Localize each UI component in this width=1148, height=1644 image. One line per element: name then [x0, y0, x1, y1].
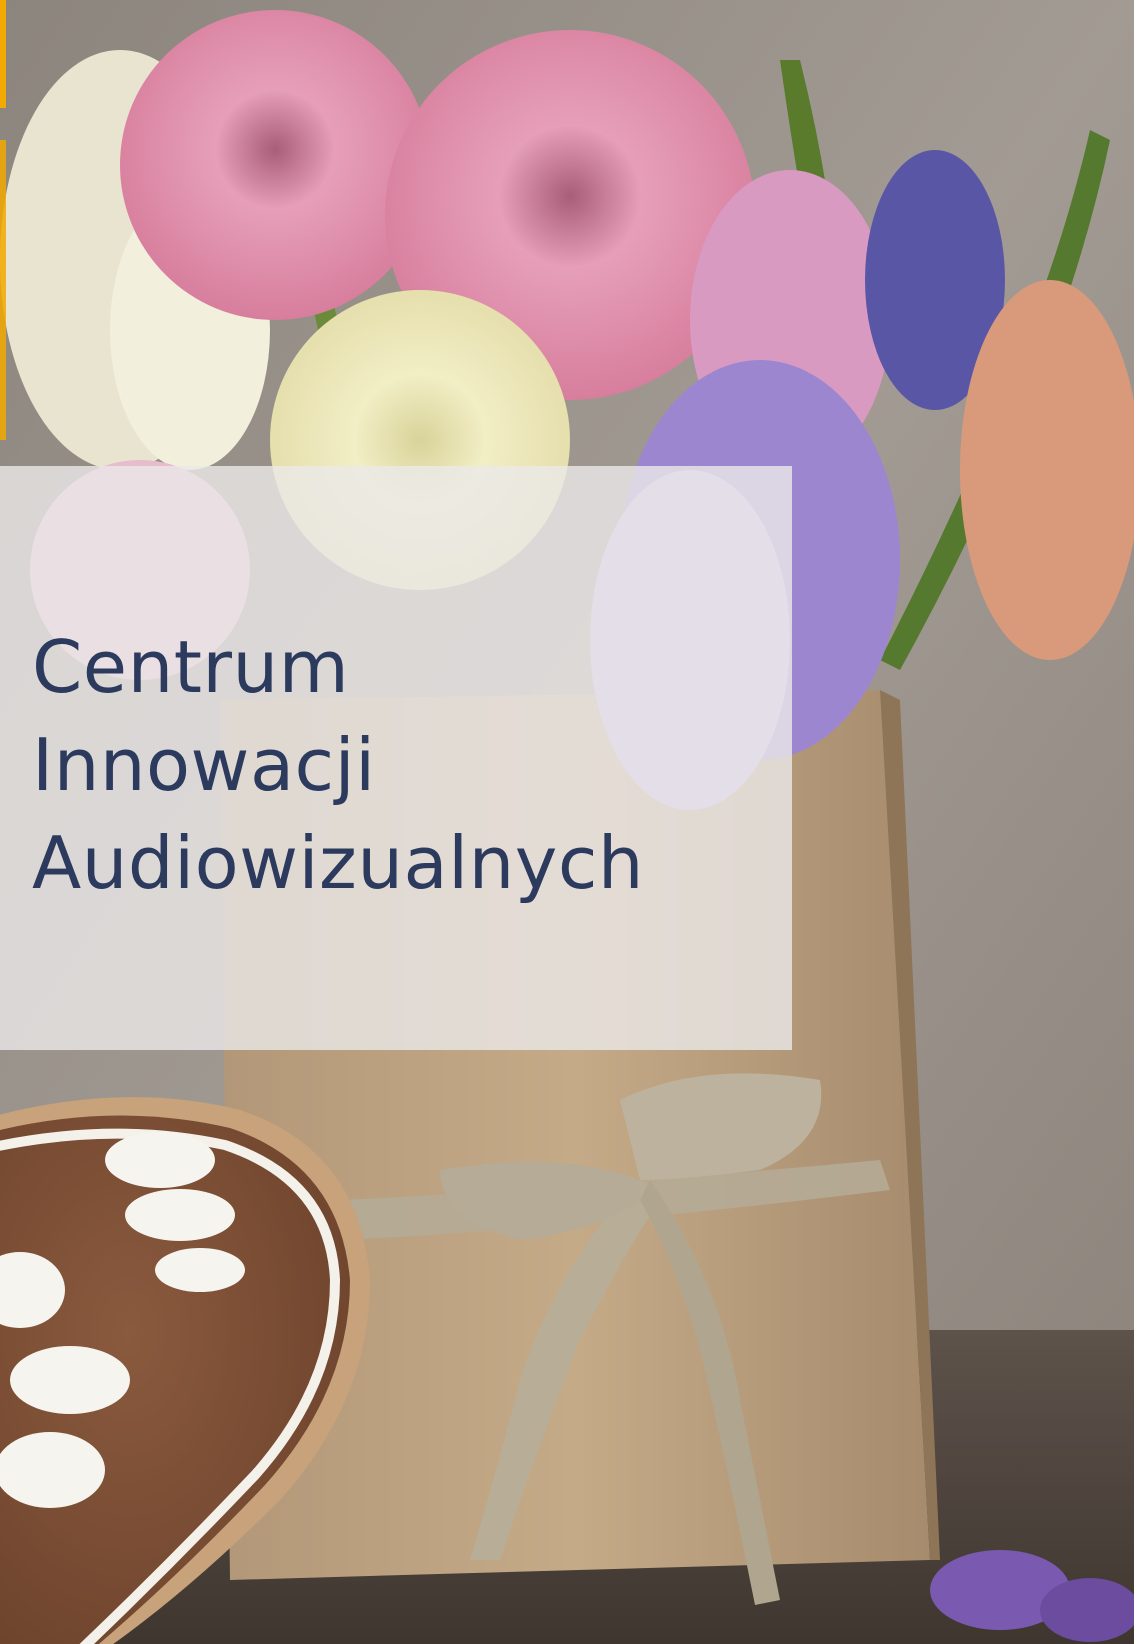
accent-tab [0, 0, 6, 108]
title-line-3: Audiowizualnych [32, 821, 645, 905]
page-margin [1134, 0, 1148, 1644]
poster-page: Centrum Innowacji Audiowizualnych [0, 0, 1148, 1644]
title-line-1: Centrum [32, 625, 350, 709]
organization-title: Centrum Innowacji Audiowizualnych [32, 618, 644, 912]
title-line-2: Innowacji [32, 723, 376, 807]
accent-tab-lower [0, 140, 6, 440]
